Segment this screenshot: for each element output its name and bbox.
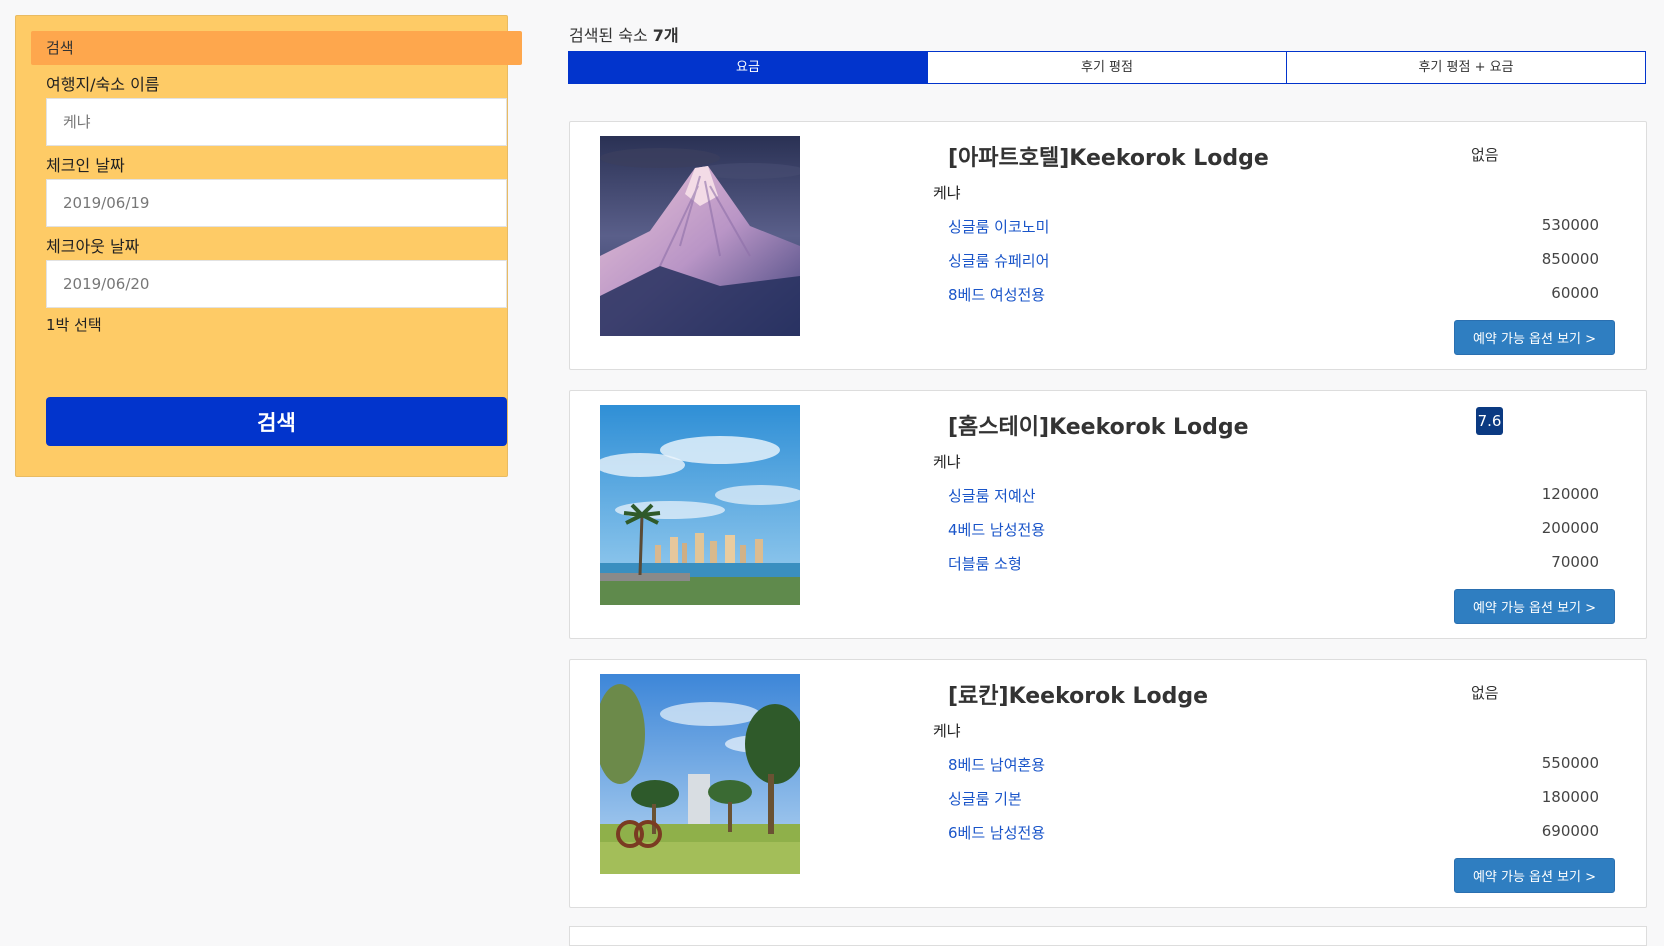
- room-row: 싱글룸 슈페리어 850000: [948, 250, 1599, 274]
- room-price: 850000: [1541, 250, 1599, 268]
- room-price: 550000: [1541, 754, 1599, 772]
- hotel-location: 케냐: [933, 453, 961, 471]
- hotel-card-partial: [569, 926, 1647, 946]
- review-score-badge: 7.6: [1476, 407, 1503, 435]
- results-count: 검색된 숙소 7개: [569, 22, 679, 46]
- room-name-link[interactable]: 8베드 남여혼용: [948, 754, 1045, 775]
- nights-text: 1박 선택: [46, 316, 102, 334]
- tab-sort-review-score[interactable]: 후기 평점: [928, 51, 1287, 84]
- room-row: 6베드 남성전용 690000: [948, 822, 1599, 846]
- hotel-name[interactable]: [료칸]Keekorok Lodge: [948, 678, 1208, 710]
- checkout-date-input[interactable]: [46, 260, 507, 308]
- search-panel: 검색 여행지/숙소 이름 체크인 날짜 체크아웃 날짜 1박 선택 검색: [15, 15, 522, 477]
- tab-sort-price[interactable]: 요금: [568, 51, 928, 84]
- search-button[interactable]: 검색: [46, 397, 507, 446]
- room-name-link[interactable]: 싱글룸 슈페리어: [948, 250, 1049, 271]
- hotel-location: 케냐: [933, 184, 961, 202]
- hotel-card: [아파트호텔]Keekorok Lodge 없음 케냐 싱글룸 이코노미 530…: [569, 121, 1647, 370]
- room-name-link[interactable]: 싱글룸 이코노미: [948, 216, 1049, 237]
- room-price: 200000: [1541, 519, 1599, 537]
- room-name-link[interactable]: 6베드 남성전용: [948, 822, 1045, 843]
- room-price: 690000: [1541, 822, 1599, 840]
- destination-label: 여행지/숙소 이름: [46, 75, 160, 94]
- hotel-photo-park-trees[interactable]: [600, 674, 800, 874]
- checkin-date-input[interactable]: [46, 179, 507, 227]
- results-count-prefix: 검색된 숙소: [569, 26, 653, 45]
- room-price: 530000: [1541, 216, 1599, 234]
- hotel-photo-snow-mountain[interactable]: [600, 136, 800, 336]
- room-row: 4베드 남성전용 200000: [948, 519, 1599, 543]
- search-panel-header: 검색: [31, 31, 522, 65]
- hotel-card: [홈스테이]Keekorok Lodge 7.6 케냐 싱글룸 저예산 1200…: [569, 390, 1647, 639]
- room-price: 70000: [1551, 553, 1599, 571]
- room-row: 싱글룸 저예산 120000: [948, 485, 1599, 509]
- view-available-options-button[interactable]: 예약 가능 옵션 보기 >: [1454, 589, 1615, 624]
- hotel-photo-city-skyline[interactable]: [600, 405, 800, 605]
- hotel-name[interactable]: [홈스테이]Keekorok Lodge: [948, 409, 1249, 441]
- review-score: 없음: [1471, 684, 1499, 702]
- room-row: 싱글룸 이코노미 530000: [948, 216, 1599, 240]
- room-name-link[interactable]: 8베드 여성전용: [948, 284, 1045, 305]
- view-available-options-button[interactable]: 예약 가능 옵션 보기 >: [1454, 858, 1615, 893]
- room-price: 120000: [1541, 485, 1599, 503]
- room-price: 60000: [1551, 284, 1599, 302]
- tab-sort-review-score-price[interactable]: 후기 평점 + 요금: [1287, 51, 1646, 84]
- room-row: 싱글룸 기본 180000: [948, 788, 1599, 812]
- results-count-value: 7개: [652, 26, 679, 45]
- room-row: 8베드 여성전용 60000: [948, 284, 1599, 308]
- room-name-link[interactable]: 4베드 남성전용: [948, 519, 1045, 540]
- room-name-link[interactable]: 더블룸 소형: [948, 553, 1022, 574]
- sort-tabs: 요금 후기 평점 후기 평점 + 요금: [568, 51, 1646, 84]
- room-row: 8베드 남여혼용 550000: [948, 754, 1599, 778]
- destination-input[interactable]: [46, 98, 507, 146]
- hotel-card: [료칸]Keekorok Lodge 없음 케냐 8베드 남여혼용 550000…: [569, 659, 1647, 908]
- room-name-link[interactable]: 싱글룸 저예산: [948, 485, 1036, 506]
- checkin-label: 체크인 날짜: [46, 156, 125, 175]
- room-name-link[interactable]: 싱글룸 기본: [948, 788, 1022, 809]
- view-available-options-button[interactable]: 예약 가능 옵션 보기 >: [1454, 320, 1615, 355]
- room-price: 180000: [1541, 788, 1599, 806]
- checkout-label: 체크아웃 날짜: [46, 237, 140, 256]
- review-score: 없음: [1471, 146, 1499, 164]
- hotel-location: 케냐: [933, 722, 961, 740]
- hotel-name[interactable]: [아파트호텔]Keekorok Lodge: [948, 140, 1269, 172]
- room-row: 더블룸 소형 70000: [948, 553, 1599, 577]
